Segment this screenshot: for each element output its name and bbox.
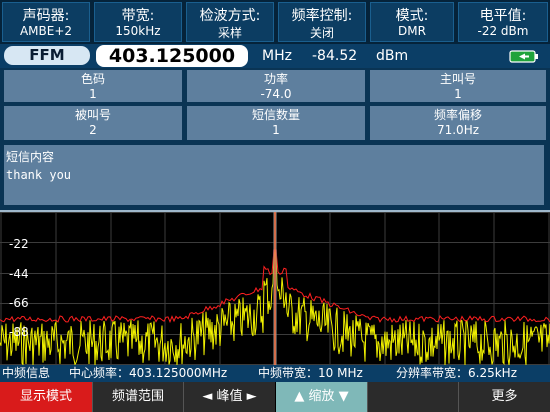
param-ref-level-value: -22 dBm: [477, 24, 529, 38]
caller-id-label: 主叫号: [439, 72, 476, 86]
param-ref-level-label: 电平值:: [479, 8, 527, 24]
power-value: -74.0: [260, 87, 292, 101]
param-bandwidth-label: 带宽:: [121, 8, 155, 24]
caller-id-cell: 主叫号 1: [370, 70, 546, 102]
param-detector-label: 检波方式:: [199, 8, 261, 24]
if-info-title: 中频信息: [2, 366, 51, 380]
called-id-label: 被叫号: [74, 108, 111, 122]
y-tick-4: -88: [9, 325, 29, 339]
freq-offset-value: 71.0Hz: [436, 123, 480, 137]
signal-level-unit: dBm: [376, 48, 409, 64]
param-mode[interactable]: 模式: DMR: [370, 2, 454, 42]
battery-icon: [509, 50, 538, 63]
power-label: 功率: [263, 72, 288, 86]
spectrum-display[interactable]: -22 -44 -66 -88: [0, 210, 550, 365]
if-info-bar: 中频信息 中心频率：403.125000MHz 中频带宽：10 MHz 分辨率带…: [0, 365, 550, 382]
empty-softkey[interactable]: [367, 382, 458, 412]
param-detector[interactable]: 检波方式: 采样: [186, 2, 274, 42]
sms-content-text: thank you: [6, 168, 72, 182]
sms-content-panel: 短信内容 thank you: [4, 145, 544, 205]
if-center-frequency: 中心频率：403.125000MHz: [69, 366, 228, 380]
zoom-button[interactable]: ▲ 缩放 ▼: [276, 382, 367, 412]
param-bandwidth[interactable]: 带宽: 150kHz: [94, 2, 182, 42]
peak-button[interactable]: ◄ 峰值 ►: [183, 382, 275, 412]
param-freq-control-label: 频率控制:: [291, 8, 353, 24]
sms-count-label: 短信数量: [251, 108, 300, 122]
y-tick-3: -66: [9, 296, 29, 310]
power-cell: 功率 -74.0: [187, 70, 365, 102]
display-mode-button[interactable]: 显示模式: [0, 382, 92, 412]
param-freq-control-value: 关闭: [309, 26, 334, 40]
called-id-cell: 被叫号 2: [4, 106, 182, 140]
softkey-bar: 显示模式 频谱范围 ◄ 峰值 ► ▲ 缩放 ▼ 更多: [0, 382, 550, 412]
param-vocoder-label: 声码器:: [22, 8, 70, 24]
sms-count-value: 1: [272, 123, 280, 137]
caller-id-value: 1: [454, 87, 462, 101]
param-bandwidth-value: 150kHz: [115, 24, 161, 38]
center-frequency-field[interactable]: 403.125000: [96, 45, 248, 67]
color-code-cell: 色码 1: [4, 70, 182, 102]
param-vocoder-value: AMBE+2: [19, 24, 73, 38]
param-detector-value: 采样: [217, 26, 242, 40]
param-mode-value: DMR: [398, 24, 426, 38]
param-freq-control[interactable]: 频率控制: 关闭: [278, 2, 366, 42]
color-code-value: 1: [89, 87, 97, 101]
more-button[interactable]: 更多: [458, 382, 550, 412]
freq-offset-label: 频率偏移: [433, 108, 482, 122]
if-rbw: 分辨率带宽：6.25kHz: [396, 366, 517, 380]
sms-count-cell: 短信数量 1: [187, 106, 365, 140]
ffm-mode-badge[interactable]: FFM: [4, 46, 90, 65]
y-tick-1: -22: [9, 237, 29, 251]
param-vocoder[interactable]: 声码器: AMBE+2: [2, 2, 90, 42]
color-code-label: 色码: [80, 72, 105, 86]
called-id-value: 2: [89, 123, 97, 137]
y-tick-2: -44: [9, 267, 29, 281]
top-parameter-bar: 声码器: AMBE+2 带宽: 150kHz 检波方式: 采样 频率控制: 关闭…: [0, 0, 550, 44]
sms-content-label: 短信内容: [6, 150, 55, 164]
signal-level-value: -84.52: [312, 48, 358, 64]
if-bandwidth: 中频带宽：10 MHz: [258, 366, 363, 380]
span-button[interactable]: 频谱范围: [92, 382, 183, 412]
param-ref-level[interactable]: 电平值: -22 dBm: [458, 2, 548, 42]
frequency-unit: MHz: [262, 48, 292, 64]
freq-offset-cell: 频率偏移 71.0Hz: [370, 106, 546, 140]
decode-info-panel: 色码 1 功率 -74.0 主叫号 1 被叫号 2 短信数量 1 频率偏移 71…: [0, 68, 550, 210]
frequency-row: FFM 403.125000 MHz -84.52 dBm: [0, 44, 550, 68]
spectrum-plot: [0, 212, 550, 365]
param-mode-label: 模式:: [395, 8, 429, 24]
